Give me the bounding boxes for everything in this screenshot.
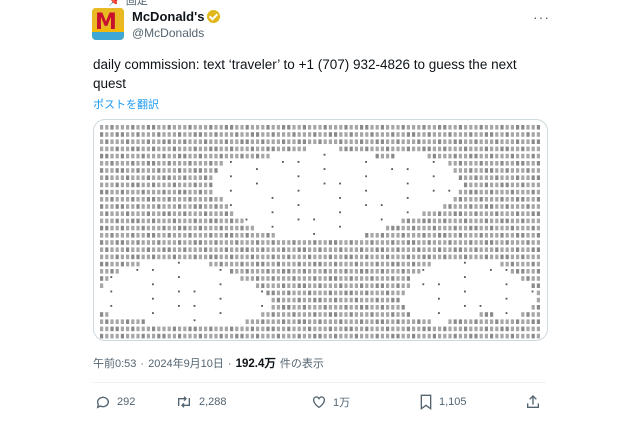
verified-badge-icon[interactable] <box>207 10 221 23</box>
like-count: 1万 <box>333 397 351 409</box>
avatar[interactable]: M <box>92 8 124 40</box>
like-button[interactable]: 1万 <box>311 394 350 410</box>
tweet-image[interactable] <box>93 119 548 341</box>
action-bar: 292 2,288 1万 1,105 <box>93 394 546 416</box>
meta-separator: · <box>227 358 232 370</box>
more-icon[interactable]: ··· <box>533 9 550 25</box>
reply-count: 292 <box>117 396 136 408</box>
tweet-date[interactable]: 2024年9月10日 <box>148 355 224 371</box>
pinned-indicator: 📌 固定 <box>108 0 148 7</box>
ascii-grid <box>100 125 540 339</box>
repost-count: 2,288 <box>199 396 227 408</box>
bookmark-button[interactable]: 1,105 <box>419 394 467 410</box>
reply-icon <box>95 394 111 410</box>
like-icon <box>311 394 327 410</box>
repost-button[interactable]: 2,288 <box>175 394 227 410</box>
tweet-meta: 午前0:53 · 2024年9月10日 · 192.4万 件の表示 <box>93 355 324 371</box>
author-name[interactable]: McDonald's <box>132 9 204 24</box>
pin-icon: 📌 <box>108 0 122 7</box>
tweet-time[interactable]: 午前0:53 <box>93 355 136 371</box>
reply-button[interactable]: 292 <box>95 394 135 410</box>
view-count: 192.4万 <box>235 358 276 370</box>
translate-link[interactable]: ポストを翻訳 <box>93 96 159 112</box>
share-button[interactable] <box>525 394 541 410</box>
author-handle[interactable]: @McDonalds <box>132 26 204 40</box>
divider <box>93 382 546 383</box>
pinned-label: 固定 <box>125 0 148 7</box>
bookmark-icon <box>419 394 433 410</box>
tweet-text: daily commission: text ‘traveler’ to +1 … <box>93 57 517 91</box>
mcdonalds-logo-icon: M <box>95 10 117 35</box>
ascii-art-image <box>100 125 540 339</box>
meta-separator: · <box>140 358 145 370</box>
share-icon <box>525 394 541 410</box>
author-name-row[interactable]: McDonald's <box>132 9 221 24</box>
views-label: 件の表示 <box>279 358 324 370</box>
repost-icon <box>175 394 193 410</box>
bookmark-count: 1,105 <box>439 396 467 408</box>
